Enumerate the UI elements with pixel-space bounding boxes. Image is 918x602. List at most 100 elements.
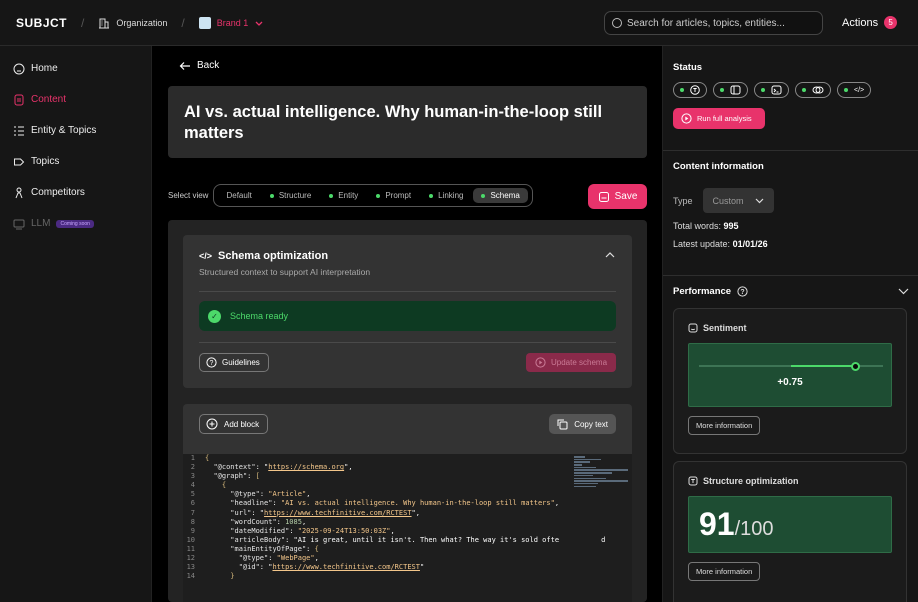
- code-editor-card: Add block Copy text 1{2 "@context": "htt…: [183, 404, 632, 602]
- json-code-editor[interactable]: 1{2 "@context": "https://schema.org", 3 "…: [183, 454, 632, 602]
- code-line[interactable]: 14 }: [183, 572, 632, 581]
- code-line[interactable]: 10 "articleBody": "AI is great, until it…: [183, 536, 632, 545]
- code-line[interactable]: 8 "wordCount": 1085,: [183, 518, 632, 527]
- sidebar-item-competitors[interactable]: Competitors: [0, 177, 151, 208]
- view-tabs: Default Structure Entity Prompt Linking …: [213, 184, 533, 207]
- status-dot: [720, 88, 724, 92]
- code-line[interactable]: 9 "dateModified": "2025-09-24T13:50:03Z"…: [183, 527, 632, 536]
- save-icon: [598, 191, 609, 202]
- sidebar-item-entity-topics[interactable]: Entity & Topics: [0, 115, 151, 146]
- type-value: Custom: [712, 195, 744, 206]
- status-pill-schema[interactable]: </>: [837, 82, 872, 98]
- home-icon: [13, 63, 25, 75]
- line-number: 12: [186, 554, 195, 563]
- sidebar-item-content[interactable]: Content: [0, 84, 151, 115]
- total-words-value: 995: [723, 221, 739, 231]
- code-line[interactable]: 7 "url": "https://www.techfinitive.com/R…: [183, 509, 632, 518]
- line-number: 1: [190, 454, 195, 462]
- performance-header[interactable]: Performance ?: [673, 286, 909, 297]
- search-input[interactable]: Search for articles, topics, entities...: [604, 11, 823, 35]
- guidelines-button[interactable]: ? Guidelines: [199, 353, 269, 372]
- code-text: "@graph": [: [213, 472, 260, 481]
- code-line[interactable]: 4 {: [183, 481, 632, 490]
- structure-score-box: 91/100: [688, 496, 892, 553]
- divider: [663, 150, 918, 151]
- article-title[interactable]: AI vs. actual intelligence. Why human-in…: [184, 102, 631, 144]
- search-placeholder: Search for articles, topics, entities...: [627, 17, 785, 29]
- chevron-down-icon[interactable]: [898, 288, 909, 295]
- code-line[interactable]: 13 "@id": "https://www.techfinitive.com/…: [183, 563, 632, 572]
- update-schema-label: Update schema: [550, 358, 608, 367]
- breadcrumb-separator: /: [81, 15, 85, 30]
- performance-heading: Performance ?: [673, 286, 748, 297]
- status-pill-text[interactable]: [673, 82, 707, 98]
- status-dot: [761, 88, 765, 92]
- tab-label: Structure: [278, 191, 312, 200]
- add-block-button[interactable]: Add block: [199, 414, 269, 434]
- content-info-title: Content information: [673, 161, 764, 172]
- status-dot: [802, 88, 806, 92]
- sidebar-item-home[interactable]: Home: [0, 53, 151, 84]
- code-text: "@type": "WebPage",: [238, 554, 319, 563]
- code-line[interactable]: 12 "@type": "WebPage",: [183, 554, 632, 563]
- save-button[interactable]: Save: [588, 184, 647, 209]
- line-number: 10: [186, 535, 195, 544]
- article-title-card: AI vs. actual intelligence. Why human-in…: [168, 86, 647, 158]
- chevron-down-icon: [255, 21, 263, 26]
- status-dot: [329, 193, 334, 198]
- status-dot: [429, 193, 434, 198]
- code-line[interactable]: 6 "headline": "AI vs. actual intelligenc…: [183, 499, 632, 508]
- sidebar-item-topics[interactable]: Topics: [0, 146, 151, 177]
- terminal-icon: [771, 85, 782, 95]
- save-label: Save: [614, 191, 638, 202]
- code-line[interactable]: 11 "mainEntityOfPage": {: [183, 545, 632, 554]
- more-information-button[interactable]: More information: [688, 562, 761, 581]
- code-line[interactable]: 2 "@context": "https://schema.org",: [183, 463, 632, 472]
- more-information-button[interactable]: More information: [688, 416, 761, 435]
- code-line[interactable]: 3 "@graph": [: [183, 472, 632, 481]
- sentiment-slider-fill: [791, 365, 856, 367]
- tab-default[interactable]: Default: [218, 188, 259, 203]
- code-text: "@context": "https://schema.org",: [213, 463, 353, 472]
- structure-title: Structure optimization: [703, 476, 799, 486]
- tab-entity[interactable]: Entity: [321, 188, 366, 203]
- status-pill-structure[interactable]: [713, 82, 748, 98]
- code-text: "@type": "Article",: [230, 490, 311, 499]
- status-pill-linking[interactable]: [795, 82, 831, 98]
- line-number: 11: [186, 544, 195, 553]
- copy-text-button[interactable]: Copy text: [549, 414, 616, 434]
- run-full-analysis-button[interactable]: Run full analysis: [673, 108, 765, 129]
- status-pill-prompt[interactable]: [754, 82, 789, 98]
- tab-schema[interactable]: Schema: [473, 188, 528, 203]
- text-icon: [690, 85, 700, 95]
- code-icon: </>: [854, 86, 865, 94]
- add-block-label: Add block: [224, 419, 260, 429]
- tab-linking[interactable]: Linking: [421, 188, 471, 203]
- type-select[interactable]: Custom: [702, 188, 774, 213]
- info-icon[interactable]: ?: [737, 286, 748, 297]
- code-line[interactable]: 1{: [183, 454, 632, 463]
- brand-logo[interactable]: SUBJCT: [16, 16, 67, 30]
- code-minimap[interactable]: [574, 456, 628, 496]
- code-text: "mainEntityOfPage": {: [230, 544, 319, 553]
- actions-button[interactable]: Actions 5: [842, 16, 898, 29]
- tab-prompt[interactable]: Prompt: [368, 188, 419, 203]
- status-dot: [680, 88, 684, 92]
- line-number: 9: [190, 526, 195, 535]
- check-icon: ✓: [208, 309, 221, 323]
- update-schema-button[interactable]: Update schema: [526, 353, 616, 372]
- code-line[interactable]: 5 "@type": "Article",: [183, 490, 632, 499]
- sentiment-value: +0.75: [777, 377, 803, 388]
- back-link[interactable]: Back: [179, 60, 219, 71]
- layout-icon: [730, 85, 741, 95]
- sidebar-item-label: Home: [31, 63, 58, 74]
- breadcrumb-organization[interactable]: Organization: [98, 17, 167, 29]
- tag-icon: [13, 156, 25, 168]
- chevron-up-icon[interactable]: [604, 251, 616, 259]
- brand-selector[interactable]: Brand 1: [198, 16, 265, 29]
- right-panel: Status </> Run full analysis Content inf…: [662, 46, 918, 602]
- breadcrumb-separator: /: [181, 15, 185, 30]
- line-number: 5: [190, 490, 195, 499]
- tab-structure[interactable]: Structure: [262, 188, 319, 203]
- code-text: {: [205, 454, 210, 462]
